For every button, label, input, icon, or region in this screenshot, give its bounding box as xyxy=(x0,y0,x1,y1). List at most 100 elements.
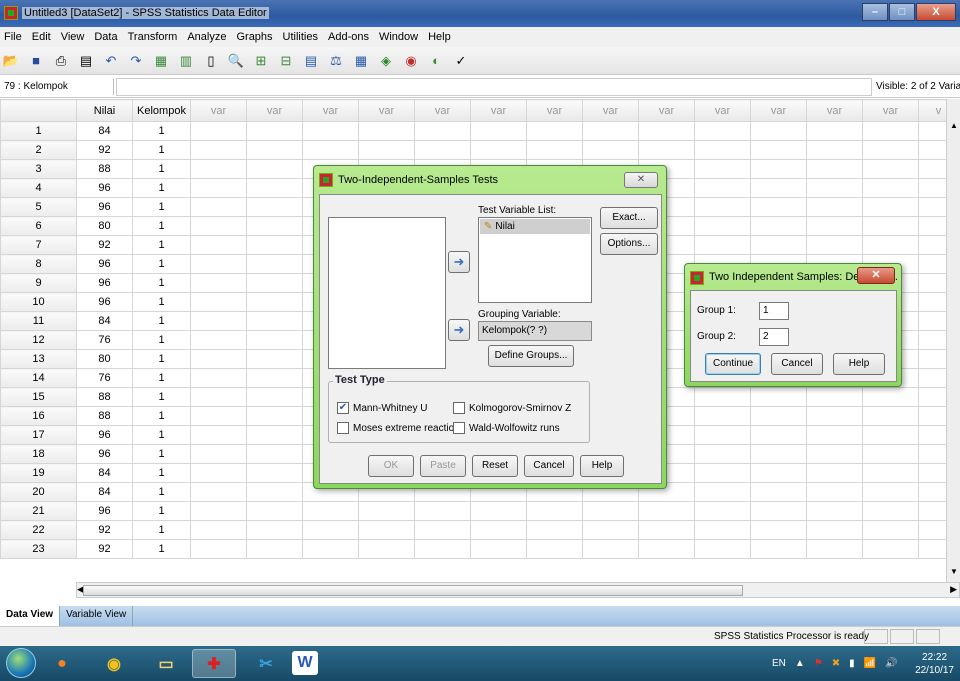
column-header-var[interactable]: var xyxy=(694,99,751,122)
cell-empty[interactable] xyxy=(190,387,247,407)
cell-empty[interactable] xyxy=(694,406,751,426)
cell-empty[interactable] xyxy=(246,406,303,426)
menu-view[interactable]: View xyxy=(61,31,85,43)
cell-empty[interactable] xyxy=(694,501,751,521)
cell-empty[interactable] xyxy=(190,216,247,236)
move-to-test-list-button[interactable]: ➜ xyxy=(448,251,470,273)
tray-app-icon[interactable]: ⚑ xyxy=(814,658,823,669)
menu-transform[interactable]: Transform xyxy=(128,31,178,43)
menu-addons[interactable]: Add-ons xyxy=(328,31,369,43)
options-button[interactable]: Options... xyxy=(600,233,658,255)
cell-empty[interactable] xyxy=(526,501,583,521)
cell-empty[interactable] xyxy=(806,387,863,407)
system-clock[interactable]: 22:22 22/10/17 xyxy=(915,651,954,677)
cell-value-input[interactable] xyxy=(116,78,872,96)
cell-empty[interactable] xyxy=(414,140,471,160)
reset-button[interactable]: Reset xyxy=(472,455,518,477)
cell-empty[interactable] xyxy=(806,501,863,521)
cell-empty[interactable] xyxy=(806,425,863,445)
cell-empty[interactable] xyxy=(862,140,919,160)
cell-empty[interactable] xyxy=(414,501,471,521)
cell-empty[interactable] xyxy=(694,463,751,483)
cell-nilai[interactable]: 84 xyxy=(76,463,133,483)
cell-empty[interactable] xyxy=(862,444,919,464)
cell-empty[interactable] xyxy=(246,197,303,217)
cell-nilai[interactable]: 88 xyxy=(76,159,133,179)
exact-button[interactable]: Exact... xyxy=(600,207,658,229)
cell-empty[interactable] xyxy=(190,444,247,464)
cell-empty[interactable] xyxy=(190,463,247,483)
cell-empty[interactable] xyxy=(862,539,919,559)
column-header-var[interactable]: var xyxy=(358,99,415,122)
row-header[interactable]: 4 xyxy=(0,178,77,198)
row-header[interactable]: 9 xyxy=(0,273,77,293)
cell-kelompok[interactable]: 1 xyxy=(132,482,191,502)
cell-empty[interactable] xyxy=(190,159,247,179)
row-header[interactable]: 11 xyxy=(0,311,77,331)
column-header-var[interactable]: var xyxy=(246,99,303,122)
row-header[interactable]: 7 xyxy=(0,235,77,255)
cell-kelompok[interactable]: 1 xyxy=(132,159,191,179)
cell-empty[interactable] xyxy=(694,539,751,559)
cell-empty[interactable] xyxy=(582,121,639,141)
cell-empty[interactable] xyxy=(526,140,583,160)
cell-empty[interactable] xyxy=(694,425,751,445)
split-file-icon[interactable]: ▤ xyxy=(302,52,320,70)
cell-kelompok[interactable]: 1 xyxy=(132,273,191,293)
column-header-var[interactable]: var xyxy=(582,99,639,122)
cell-empty[interactable] xyxy=(862,178,919,198)
define-groups-close-button[interactable]: ✕ xyxy=(857,267,895,284)
cell-nilai[interactable]: 84 xyxy=(76,121,133,141)
cell-empty[interactable] xyxy=(694,444,751,464)
cell-empty[interactable] xyxy=(190,368,247,388)
cell-empty[interactable] xyxy=(246,292,303,312)
cell-empty[interactable] xyxy=(750,387,807,407)
cell-nilai[interactable]: 96 xyxy=(76,292,133,312)
cell-empty[interactable] xyxy=(246,235,303,255)
group2-input[interactable]: 2 xyxy=(759,328,789,346)
cell-empty[interactable] xyxy=(806,140,863,160)
scroll-thumb[interactable] xyxy=(83,585,743,596)
cell-kelompok[interactable]: 1 xyxy=(132,501,191,521)
test-variable-list[interactable]: ✎ Nilai xyxy=(478,217,592,303)
cell-empty[interactable] xyxy=(190,121,247,141)
cell-empty[interactable] xyxy=(302,501,359,521)
cell-nilai[interactable]: 88 xyxy=(76,387,133,407)
column-header-var[interactable]: var xyxy=(526,99,583,122)
menu-window[interactable]: Window xyxy=(379,31,418,43)
scroll-up-icon[interactable]: ▲ xyxy=(947,119,960,133)
cell-kelompok[interactable]: 1 xyxy=(132,368,191,388)
cell-empty[interactable] xyxy=(806,159,863,179)
cell-empty[interactable] xyxy=(246,121,303,141)
cell-empty[interactable] xyxy=(470,140,527,160)
column-header-var[interactable]: var xyxy=(862,99,919,122)
cell-empty[interactable] xyxy=(806,463,863,483)
cell-nilai[interactable]: 92 xyxy=(76,520,133,540)
row-header[interactable]: 13 xyxy=(0,349,77,369)
cell-empty[interactable] xyxy=(246,501,303,521)
row-header[interactable]: 22 xyxy=(0,520,77,540)
cell-empty[interactable] xyxy=(582,539,639,559)
menu-utilities[interactable]: Utilities xyxy=(283,31,318,43)
cell-empty[interactable] xyxy=(638,140,695,160)
row-header[interactable]: 23 xyxy=(0,539,77,559)
kolmogorov-smirnov-checkbox[interactable]: Kolmogorov-Smirnov Z xyxy=(453,402,571,414)
column-header-var[interactable]: var xyxy=(190,99,247,122)
horizontal-scrollbar[interactable]: ◀ ▶ xyxy=(76,582,960,598)
cell-empty[interactable] xyxy=(526,520,583,540)
row-header[interactable]: 17 xyxy=(0,425,77,445)
cell-empty[interactable] xyxy=(246,444,303,464)
spss-taskbar-icon[interactable]: ✚ xyxy=(192,649,236,678)
cell-kelompok[interactable]: 1 xyxy=(132,520,191,540)
mann-whitney-checkbox[interactable]: ✔ Mann-Whitney U xyxy=(337,402,427,414)
find-icon[interactable]: 🔍 xyxy=(227,52,245,70)
cell-empty[interactable] xyxy=(750,539,807,559)
cell-nilai[interactable]: 84 xyxy=(76,311,133,331)
cell-empty[interactable] xyxy=(806,178,863,198)
cell-empty[interactable] xyxy=(190,254,247,274)
cell-kelompok[interactable]: 1 xyxy=(132,121,191,141)
cell-nilai[interactable]: 92 xyxy=(76,140,133,160)
corner-cell[interactable] xyxy=(0,99,77,122)
cell-empty[interactable] xyxy=(414,520,471,540)
cell-empty[interactable] xyxy=(806,216,863,236)
